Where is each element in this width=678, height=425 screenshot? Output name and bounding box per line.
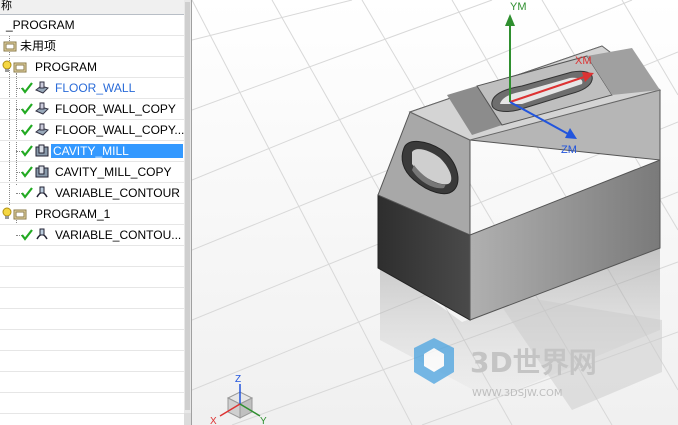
viewport-canvas: YM XM ZM Z X Y 3D世界网 WWW.3DSJW.COM bbox=[192, 0, 678, 425]
empty-row bbox=[0, 330, 184, 351]
tree-row-operation[interactable]: FLOOR_WALL_COPY bbox=[0, 99, 184, 120]
empty-row bbox=[0, 246, 184, 267]
check-icon bbox=[21, 229, 33, 241]
triad-label-y: Y bbox=[260, 416, 267, 425]
tree-row-operation[interactable]: VARIABLE_CONTOU... bbox=[0, 225, 184, 246]
empty-row bbox=[0, 393, 184, 414]
tree-label: 未用项 bbox=[20, 39, 57, 53]
tree-label: VARIABLE_CONTOU... bbox=[55, 228, 182, 242]
tree-row-program[interactable]: PROGRAM bbox=[0, 57, 184, 78]
column-header-name[interactable]: 称 bbox=[0, 0, 184, 15]
tree-row-unused-items[interactable]: 未用项 bbox=[0, 36, 184, 57]
tree-row-root[interactable]: _PROGRAM bbox=[0, 15, 184, 36]
graphics-viewport[interactable]: YM XM ZM Z X Y 3D世界网 WWW.3DSJW.COM bbox=[192, 0, 678, 425]
navigator-scrollbar[interactable] bbox=[184, 0, 192, 425]
scroll-down-arrow-icon[interactable] bbox=[184, 413, 191, 425]
variable-contour-icon bbox=[36, 228, 48, 240]
program-folder-icon bbox=[13, 62, 27, 73]
floor-wall-icon bbox=[35, 102, 49, 115]
tree-row-operation-selected[interactable]: CAVITY_MILL bbox=[0, 141, 184, 162]
check-icon bbox=[21, 145, 33, 157]
navigator-tree: _PROGRAM 未用项 PROGRAM FLOOR_WALL FLOOR_WA… bbox=[0, 15, 184, 425]
tree-row-program[interactable]: PROGRAM_1 bbox=[0, 204, 184, 225]
axis-label-ym: YM bbox=[510, 1, 527, 13]
empty-row bbox=[0, 309, 184, 330]
empty-row bbox=[0, 267, 184, 288]
tree-label: FLOOR_WALL_COPY bbox=[55, 102, 176, 116]
triad-label-z: Z bbox=[235, 374, 241, 385]
tree-label: VARIABLE_CONTOUR bbox=[55, 186, 180, 200]
tree-label: PROGRAM bbox=[35, 60, 98, 74]
lightbulb-icon bbox=[2, 207, 12, 219]
empty-row bbox=[0, 288, 184, 309]
check-icon bbox=[21, 82, 33, 94]
floor-wall-icon bbox=[35, 81, 49, 94]
axis-label-xm: XM bbox=[575, 55, 592, 67]
folder-icon bbox=[3, 41, 17, 52]
triad-label-x: X bbox=[210, 416, 217, 425]
lightbulb-icon bbox=[2, 60, 12, 72]
program-folder-icon bbox=[13, 209, 27, 220]
tree-label: PROGRAM_1 bbox=[35, 207, 111, 221]
cavity-mill-icon bbox=[35, 165, 49, 178]
floor-wall-icon bbox=[35, 123, 49, 136]
operation-navigator: 称 _PROGRAM 未用项 PROGRAM FLOOR_WALL FLOOR_… bbox=[0, 0, 185, 425]
check-icon bbox=[21, 166, 33, 178]
tree-label: CAVITY_MILL bbox=[51, 144, 183, 158]
variable-contour-icon bbox=[36, 186, 48, 198]
tree-row-operation[interactable]: FLOOR_WALL_COPY... bbox=[0, 120, 184, 141]
tree-row-operation[interactable]: FLOOR_WALL bbox=[0, 78, 184, 99]
watermark-url: WWW.3DSJW.COM bbox=[472, 388, 562, 399]
empty-row bbox=[0, 414, 184, 425]
tree-label: FLOOR_WALL bbox=[55, 81, 136, 95]
tree-row-operation[interactable]: CAVITY_MILL_COPY bbox=[0, 162, 184, 183]
check-icon bbox=[21, 187, 33, 199]
check-icon bbox=[21, 124, 33, 136]
scrollbar-thumb[interactable] bbox=[185, 2, 190, 410]
empty-row bbox=[0, 372, 184, 393]
check-icon bbox=[21, 103, 33, 115]
tree-label: CAVITY_MILL_COPY bbox=[55, 165, 172, 179]
cavity-mill-icon bbox=[35, 144, 49, 157]
axis-label-zm: ZM bbox=[561, 144, 577, 156]
watermark-text: 3D世界网 bbox=[470, 346, 597, 379]
tree-label: _PROGRAM bbox=[6, 18, 75, 32]
tree-row-operation[interactable]: VARIABLE_CONTOUR bbox=[0, 183, 184, 204]
empty-row bbox=[0, 351, 184, 372]
tree-label: FLOOR_WALL_COPY... bbox=[55, 123, 185, 137]
